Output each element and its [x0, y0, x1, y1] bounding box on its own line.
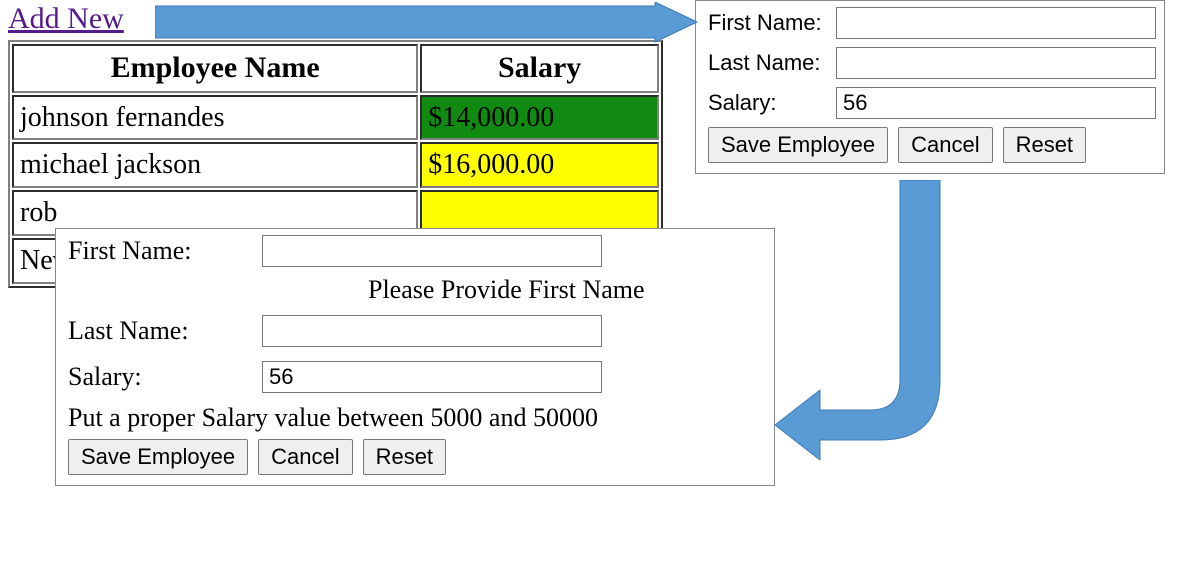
employee-form: First Name: Last Name: Salary: Save Empl…: [695, 0, 1165, 174]
col-header-name: Employee Name: [12, 44, 418, 93]
first-name-validation-message: Please Provide First Name: [68, 275, 766, 305]
cell-salary: $14,000.00: [420, 95, 659, 141]
first-name-input[interactable]: [262, 235, 602, 267]
first-name-label: First Name:: [68, 236, 256, 266]
first-name-label: First Name:: [708, 10, 830, 36]
reset-button[interactable]: Reset: [1003, 127, 1086, 163]
cell-name: michael jackson: [12, 142, 418, 188]
save-button[interactable]: Save Employee: [708, 127, 888, 163]
add-new-link[interactable]: Add New: [8, 2, 124, 35]
last-name-label: Last Name:: [68, 316, 256, 346]
salary-input[interactable]: [836, 87, 1156, 119]
salary-input[interactable]: [262, 361, 602, 393]
table-row: johnson fernandes $14,000.00: [12, 95, 659, 141]
salary-validation-message: Put a proper Salary value between 5000 a…: [68, 403, 766, 433]
table-row: michael jackson $16,000.00: [12, 142, 659, 188]
cell-name: johnson fernandes: [12, 95, 418, 141]
first-name-input[interactable]: [836, 7, 1156, 39]
arrow-curve-icon: [770, 180, 990, 470]
salary-label: Salary:: [708, 90, 830, 116]
last-name-input[interactable]: [262, 315, 602, 347]
cell-salary: $16,000.00: [420, 142, 659, 188]
reset-button[interactable]: Reset: [363, 439, 446, 475]
cancel-button[interactable]: Cancel: [258, 439, 352, 475]
table-header-row: Employee Name Salary: [12, 44, 659, 93]
save-button[interactable]: Save Employee: [68, 439, 248, 475]
employee-form-validation: First Name: Please Provide First Name La…: [55, 228, 775, 486]
cancel-button[interactable]: Cancel: [898, 127, 992, 163]
salary-label: Salary:: [68, 362, 256, 392]
last-name-label: Last Name:: [708, 50, 830, 76]
col-header-salary: Salary: [420, 44, 659, 93]
last-name-input[interactable]: [836, 47, 1156, 79]
